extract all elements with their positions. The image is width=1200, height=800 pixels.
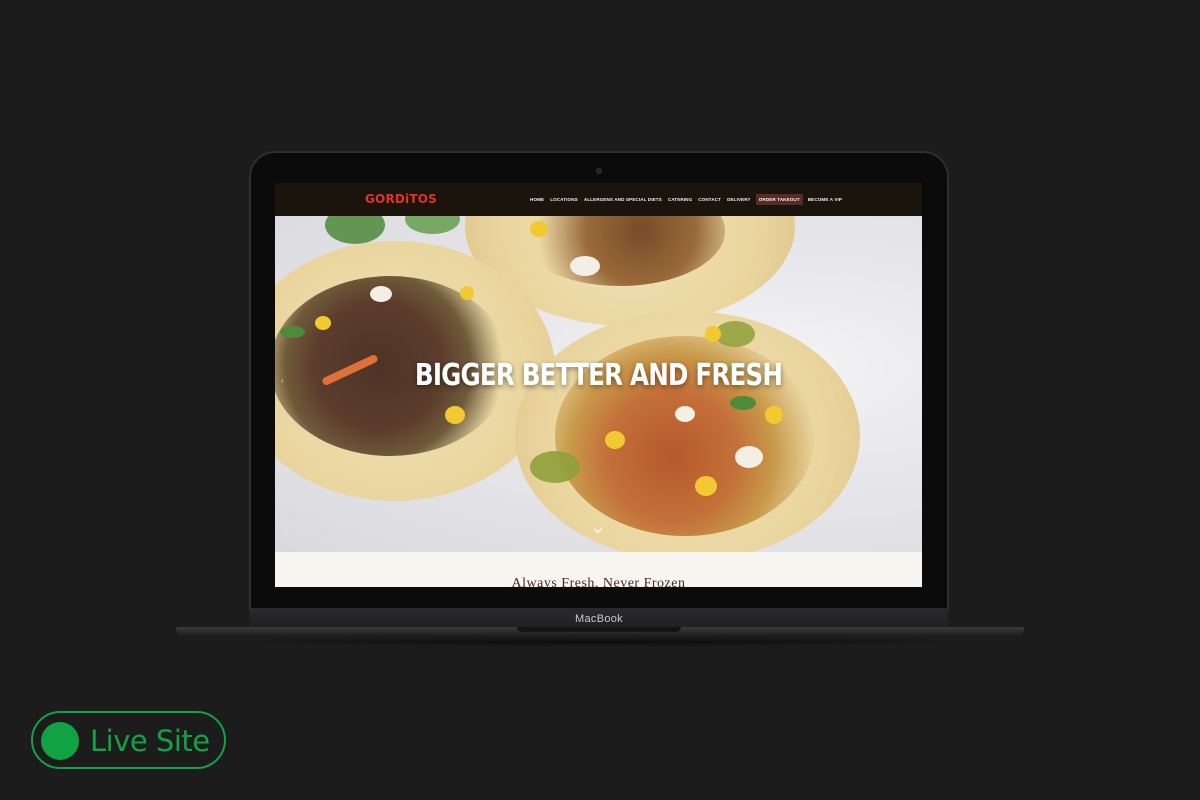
nav-item-catering[interactable]: CATERING bbox=[665, 197, 695, 202]
cilantro-garnish bbox=[325, 216, 385, 244]
camera-dot bbox=[596, 168, 602, 174]
corn-bit-2 bbox=[315, 316, 331, 330]
corn-bit-7 bbox=[765, 406, 783, 424]
chevron-down-icon[interactable] bbox=[593, 526, 603, 536]
slider-next-icon[interactable]: › bbox=[911, 376, 914, 385]
onion-bit-4 bbox=[675, 406, 695, 422]
laptop-notch bbox=[517, 627, 681, 632]
nav-item-home[interactable]: HOME bbox=[527, 197, 547, 202]
corn-bit-3 bbox=[445, 406, 465, 424]
nav-item-delivery[interactable]: DELIVERY bbox=[724, 197, 754, 202]
nav-item-allergens[interactable]: ALLERGENS AND SPECIAL DIETS bbox=[581, 197, 665, 202]
nav-item-contact[interactable]: CONTACT bbox=[695, 197, 724, 202]
corn-bit-6 bbox=[695, 476, 717, 496]
cilantro-garnish-2 bbox=[405, 216, 460, 234]
onion-bit-2 bbox=[370, 286, 392, 302]
tagline: Always Fresh, Never Frozen bbox=[511, 576, 686, 587]
corn-bit-8 bbox=[705, 326, 721, 342]
status-dot-icon bbox=[41, 722, 79, 760]
nav-item-order-takeout[interactable]: ORDER TAKEOUT bbox=[755, 194, 803, 205]
live-site-button[interactable]: Live Site bbox=[31, 711, 226, 769]
herb-bit bbox=[280, 326, 305, 338]
laptop-screen: GORDiTOS HOME LOCATIONS ALLERGENS AND SP… bbox=[275, 183, 922, 587]
corn-bit-4 bbox=[460, 286, 474, 300]
site-nav-bar: GORDiTOS HOME LOCATIONS ALLERGENS AND SP… bbox=[275, 183, 922, 216]
hero-banner: ‹ › BIGGER BETTER AND FRESH bbox=[275, 216, 922, 552]
nav-menu: HOME LOCATIONS ALLERGENS AND SPECIAL DIE… bbox=[527, 183, 845, 216]
salsa-verde bbox=[530, 451, 580, 483]
device-label: MacBook bbox=[575, 613, 623, 625]
corn-bit-5 bbox=[605, 431, 625, 449]
laptop-shadow bbox=[190, 637, 1010, 647]
slider-prev-icon[interactable]: ‹ bbox=[281, 376, 284, 385]
onion-bit-3 bbox=[735, 446, 763, 468]
corn-bit bbox=[530, 221, 548, 237]
nav-item-become-vip[interactable]: BECOME A VIP bbox=[805, 197, 845, 202]
site-logo[interactable]: GORDiTOS bbox=[365, 192, 437, 206]
herb-bit-2 bbox=[730, 396, 756, 410]
nav-item-locations[interactable]: LOCATIONS bbox=[547, 197, 581, 202]
hero-title: BIGGER BETTER AND FRESH bbox=[414, 358, 783, 393]
onion-bit bbox=[570, 256, 600, 276]
live-site-label: Live Site bbox=[90, 724, 210, 758]
salsa-verde-2 bbox=[715, 321, 755, 347]
